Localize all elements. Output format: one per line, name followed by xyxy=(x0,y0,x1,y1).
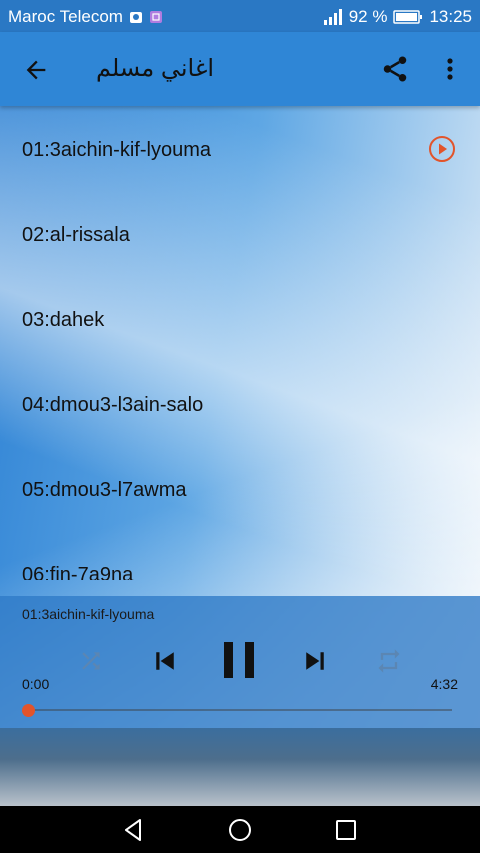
seek-bar[interactable] xyxy=(28,709,452,711)
status-bar: Maroc Telecom 92 % 13:25 xyxy=(0,0,480,32)
track-title: 01:3aichin-kif-lyouma xyxy=(22,139,211,161)
now-playing-title: 01:3aichin-kif-lyouma xyxy=(22,606,155,622)
notification-image-icon xyxy=(149,11,162,23)
play-circle-icon[interactable] xyxy=(428,135,456,163)
player-panel: 01:3aichin-kif-lyouma 0:00 4:32 xyxy=(0,596,480,728)
clock: 13:25 xyxy=(429,7,472,26)
page-title: اغاني مسلم xyxy=(96,55,215,82)
track-item[interactable]: 06:fin-7a9na xyxy=(0,531,480,580)
track-title: 04:dmou3-l3ain-salo xyxy=(22,394,204,416)
track-item[interactable]: 04:dmou3-l3ain-salo xyxy=(0,361,480,447)
total-duration: 4:32 xyxy=(430,676,458,692)
battery-percent: 92 % xyxy=(348,7,388,26)
elapsed-time: 0:00 xyxy=(22,676,50,692)
track-item[interactable]: 03:dahek xyxy=(0,276,480,362)
pause-icon[interactable] xyxy=(220,640,258,680)
carrier-name: Maroc Telecom xyxy=(8,7,123,26)
track-item[interactable]: 01:3aichin-kif-lyouma xyxy=(0,106,480,192)
battery-icon xyxy=(393,10,423,24)
track-list: 01:3aichin-kif-lyouma 02:al-rissala 03:d… xyxy=(0,106,480,580)
repeat-icon[interactable] xyxy=(375,647,403,675)
track-item[interactable]: 02:al-rissala xyxy=(0,191,480,277)
nav-recents-icon[interactable] xyxy=(332,816,360,844)
skip-previous-icon[interactable] xyxy=(150,646,180,676)
track-title: 06:fin-7a9na xyxy=(22,564,134,580)
nav-back-icon[interactable] xyxy=(120,816,148,844)
system-nav-bar xyxy=(0,806,480,853)
track-title: 03:dahek xyxy=(22,309,105,331)
track-title: 02:al-rissala xyxy=(22,224,130,246)
track-item[interactable]: 05:dmou3-l7awma xyxy=(0,446,480,532)
more-vert-icon[interactable] xyxy=(440,54,460,84)
arrow-back-icon[interactable] xyxy=(22,56,50,84)
background-fade xyxy=(0,728,480,806)
track-title: 05:dmou3-l7awma xyxy=(22,479,187,501)
signal-icon xyxy=(323,9,342,25)
shuffle-icon[interactable] xyxy=(78,648,104,674)
seek-thumb[interactable] xyxy=(22,704,35,717)
nav-home-icon[interactable] xyxy=(226,816,254,844)
share-icon[interactable] xyxy=(380,54,410,84)
notification-app-icon xyxy=(129,12,142,23)
skip-next-icon[interactable] xyxy=(300,646,330,676)
app-bar: اغاني مسلم xyxy=(0,32,480,106)
